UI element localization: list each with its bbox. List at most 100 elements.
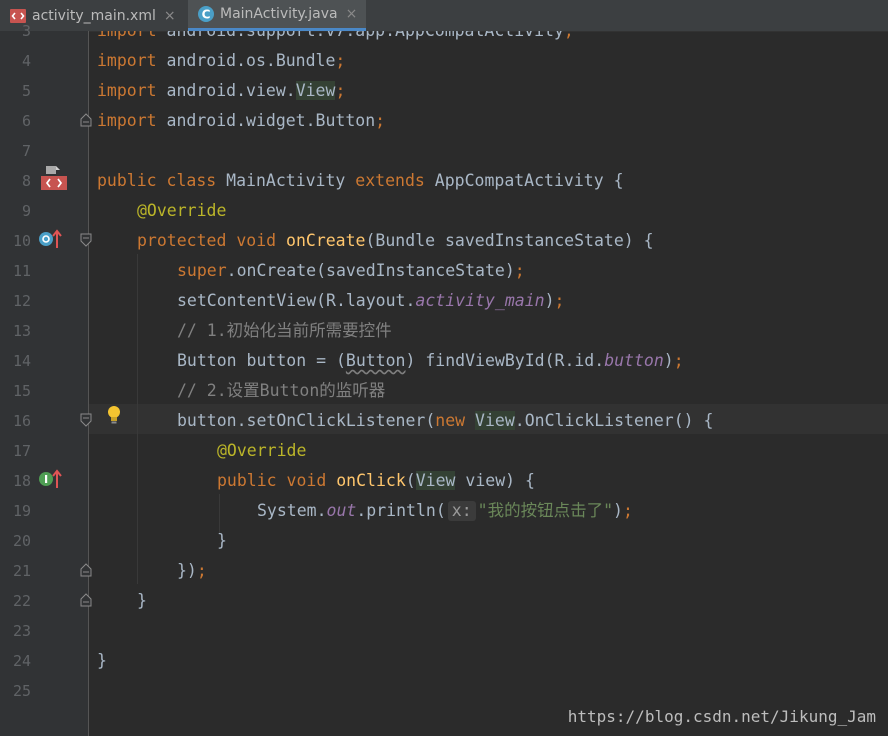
line-number: 25 xyxy=(12,682,31,700)
string-literal: "我的按钮点击了" xyxy=(477,501,614,520)
semicolon: ; xyxy=(554,291,565,310)
semicolon: ; xyxy=(514,261,525,280)
keyword: protected void xyxy=(137,231,277,250)
static-field: out xyxy=(326,501,357,520)
code-line-8[interactable]: public class MainActivity extends AppCom… xyxy=(97,166,624,196)
code-text: view) { xyxy=(455,471,535,490)
code-line-24[interactable]: } xyxy=(97,646,107,676)
fold-start-icon[interactable] xyxy=(80,233,92,247)
keyword: import xyxy=(97,111,157,130)
line-number: 15 xyxy=(12,382,31,400)
fold-end-icon[interactable] xyxy=(80,593,92,607)
code-text: .println( xyxy=(356,501,446,520)
semicolon: ; xyxy=(673,351,684,370)
code-text: } xyxy=(137,591,147,610)
highlighted-identifier: View xyxy=(415,471,456,490)
code-text: ) findViewById(R.id. xyxy=(405,351,605,370)
svg-text:C: C xyxy=(202,8,211,22)
code-text: } xyxy=(97,651,107,670)
line-number: 21 xyxy=(12,562,31,580)
code-line-13[interactable]: // 1.初始化当前所需要控件 xyxy=(177,316,392,346)
code-line-14[interactable]: Button button = (Button) findViewById(R.… xyxy=(177,346,684,376)
code-text: button.setOnClickListener( xyxy=(177,411,436,430)
static-field: button xyxy=(604,351,664,370)
class-name: MainActivity xyxy=(216,171,356,190)
line-number: 18 xyxy=(12,472,31,490)
semicolon: ; xyxy=(335,81,346,100)
code-text: } xyxy=(217,531,227,550)
code-text: System. xyxy=(257,501,327,520)
line-number: 8 xyxy=(21,172,31,190)
line-number: 12 xyxy=(12,292,31,310)
semicolon: ; xyxy=(375,111,386,130)
static-field: activity_main xyxy=(415,291,545,310)
line-number: 22 xyxy=(12,592,31,610)
keyword: new xyxy=(435,411,466,430)
implements-method-icon[interactable] xyxy=(38,468,64,490)
line-number: 13 xyxy=(12,322,31,340)
redundant-cast: Button xyxy=(345,351,406,370)
semicolon: ; xyxy=(196,561,207,580)
close-tab-icon[interactable]: × xyxy=(164,8,176,24)
code-line-22[interactable]: } xyxy=(137,586,147,616)
code-text: ( xyxy=(405,471,416,490)
java-class-icon: C xyxy=(198,6,214,22)
code-line-18[interactable]: public void onClick(View view) { xyxy=(217,466,535,496)
keyword: import xyxy=(97,51,157,70)
keyword: public class xyxy=(97,171,217,190)
comment: // 2.设置Button的监听器 xyxy=(177,381,386,400)
code-line-6[interactable]: import android.widget.Button; xyxy=(97,106,385,136)
line-number: 19 xyxy=(12,502,31,520)
code-line-20[interactable]: } xyxy=(217,526,227,556)
layout-file-link-icon[interactable] xyxy=(40,164,68,192)
code-line-11[interactable]: super.onCreate(savedInstanceState); xyxy=(177,256,525,286)
close-tab-icon[interactable]: × xyxy=(346,6,358,22)
code-text: AppCompatActivity { xyxy=(424,171,624,190)
line-number: 20 xyxy=(12,532,31,550)
code-line-17[interactable]: @Override xyxy=(217,436,306,466)
indent-guide xyxy=(137,254,138,584)
code-line-21[interactable]: }); xyxy=(177,556,207,586)
line-number: 24 xyxy=(12,652,31,670)
fold-end-icon[interactable] xyxy=(80,563,92,577)
editor-tab-bar: activity_main.xml × C MainActivity.java … xyxy=(0,0,888,32)
method-name: onCreate xyxy=(276,231,366,250)
line-number: 4 xyxy=(21,52,31,70)
code-text: (Bundle savedInstanceState) { xyxy=(365,231,654,250)
code-text: setContentView(R.layout. xyxy=(177,291,416,310)
keyword: public void xyxy=(217,471,327,490)
overrides-method-icon[interactable] xyxy=(38,228,64,250)
code-line-5[interactable]: import android.view.View; xyxy=(97,76,345,106)
highlighted-identifier: View xyxy=(475,411,515,430)
code-text: .onCreate(savedInstanceState) xyxy=(226,261,515,280)
line-number: 14 xyxy=(12,352,31,370)
tab-label: MainActivity.java xyxy=(220,6,338,22)
code-text: .OnClickListener() { xyxy=(514,411,714,430)
code-line-19[interactable]: System.out.println(x: "我的按钮点击了"); xyxy=(257,496,633,526)
tab-main-activity-java[interactable]: C MainActivity.java × xyxy=(188,0,366,31)
line-number: 3 xyxy=(21,22,31,40)
code-text: Button button = ( xyxy=(177,351,346,370)
keyword: extends xyxy=(355,171,425,190)
lightbulb-icon[interactable] xyxy=(104,404,124,426)
annotation: @Override xyxy=(137,201,227,220)
fold-end-icon[interactable] xyxy=(80,113,92,127)
fold-start-icon[interactable] xyxy=(80,413,92,427)
line-number: 5 xyxy=(21,82,31,100)
line-number: 17 xyxy=(12,442,31,460)
code-text: android.view. xyxy=(156,81,296,100)
code-line-9[interactable]: @Override xyxy=(137,196,226,226)
code-text: android.widget.Button xyxy=(156,111,376,130)
code-line-15[interactable]: // 2.设置Button的监听器 xyxy=(177,376,385,406)
code-text: android.os.Bundle xyxy=(156,51,336,70)
code-line-4[interactable]: import android.os.Bundle; xyxy=(97,46,345,76)
code-line-10[interactable]: protected void onCreate(Bundle savedInst… xyxy=(137,226,654,256)
keyword: super xyxy=(177,261,227,280)
line-number: 23 xyxy=(12,622,31,640)
semicolon: ; xyxy=(335,51,346,70)
line-number: 7 xyxy=(21,142,31,160)
code-line-12[interactable]: setContentView(R.layout.activity_main); xyxy=(177,286,564,316)
line-number: 16 xyxy=(12,412,31,430)
code-line-16[interactable]: button.setOnClickListener(new View.OnCli… xyxy=(177,406,713,436)
